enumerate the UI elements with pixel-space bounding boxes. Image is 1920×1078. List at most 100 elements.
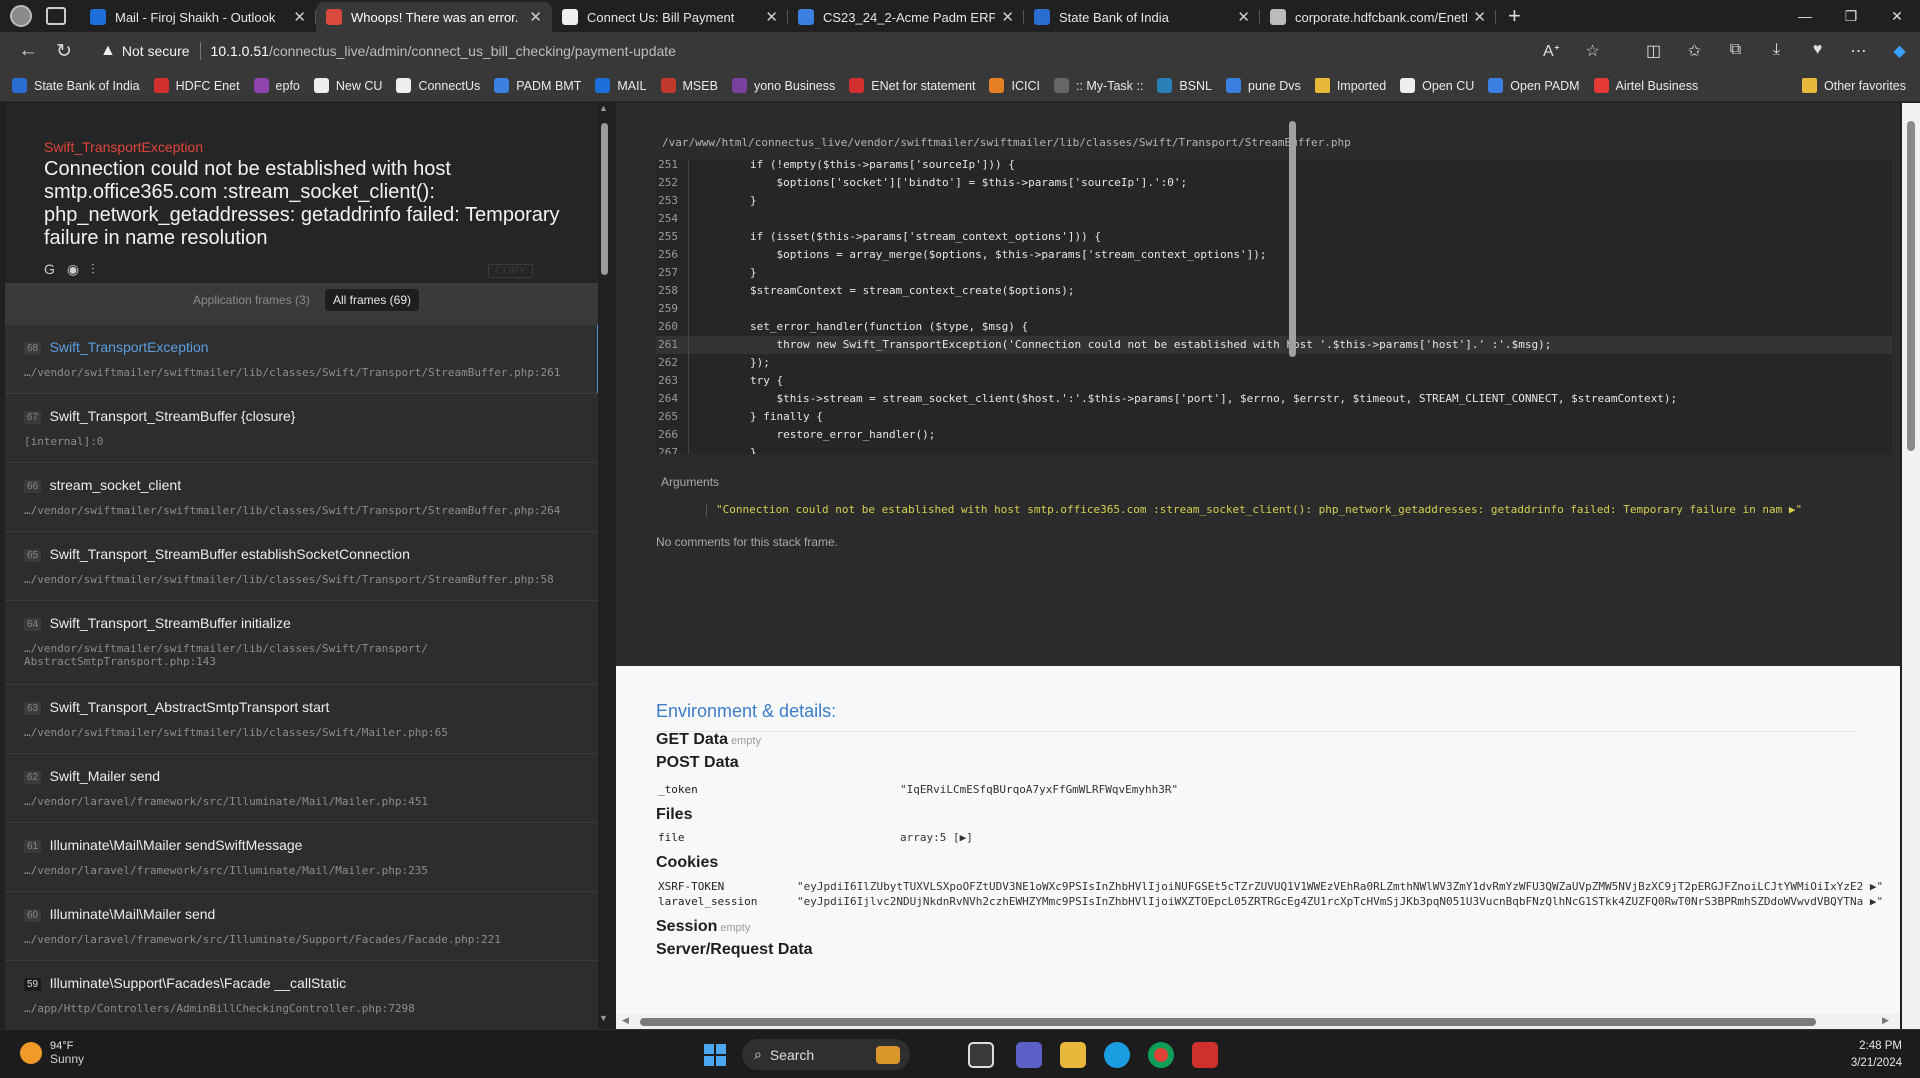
code-line: 257 } bbox=[656, 264, 1892, 282]
scroll-left-arrow[interactable]: ◀ bbox=[622, 1015, 629, 1026]
address-bar[interactable]: 10.1.0.51/connectus_live/admin/connect_u… bbox=[211, 43, 676, 59]
read-aloud-icon[interactable]: Aᐩ bbox=[1531, 41, 1572, 61]
performance-icon[interactable]: ♥ bbox=[1797, 41, 1838, 61]
minimize-button[interactable]: — bbox=[1782, 8, 1828, 25]
stack-frame[interactable]: 68 Swift_TransportException …/vendor/swi… bbox=[5, 325, 602, 394]
close-tab-icon[interactable]: ✕ bbox=[1473, 8, 1486, 26]
file-explorer-icon[interactable] bbox=[1060, 1042, 1086, 1068]
bookmark-item[interactable]: Open PADM bbox=[1488, 78, 1580, 93]
close-tab-icon[interactable]: ✕ bbox=[1001, 8, 1014, 26]
tab-all-frames[interactable]: All frames (69) bbox=[325, 289, 420, 311]
close-tab-icon[interactable]: ✕ bbox=[529, 8, 542, 26]
code-line: 259 bbox=[656, 300, 1892, 318]
refresh-button[interactable]: ↻ bbox=[46, 40, 82, 63]
bookmark-item[interactable]: MAIL bbox=[595, 78, 647, 93]
bookmark-favicon-icon bbox=[396, 78, 412, 93]
close-tab-icon[interactable]: ✕ bbox=[1237, 8, 1250, 26]
bookmark-item[interactable]: Imported bbox=[1314, 78, 1386, 93]
stack-frame[interactable]: 63 Swift_Transport_AbstractSmtpTransport… bbox=[5, 685, 602, 754]
frame-file: …/vendor/laravel/framework/src/Illuminat… bbox=[24, 795, 428, 808]
argument-value[interactable]: "Connection could not be established wit… bbox=[705, 503, 1802, 517]
browser-tab[interactable]: CS23_24_2-Acme Padm ERP Platf ✕ bbox=[788, 2, 1024, 32]
bookmark-item[interactable]: State Bank of India bbox=[12, 78, 140, 93]
wps-office-icon[interactable] bbox=[1192, 1042, 1218, 1068]
token-key: _token bbox=[658, 783, 698, 796]
scroll-right-arrow[interactable]: ▶ bbox=[1882, 1015, 1889, 1026]
stack-frame[interactable]: 59 Illuminate\Support\Facades\Facade __c… bbox=[5, 961, 602, 1029]
downloads-icon[interactable]: ⤓ bbox=[1756, 41, 1797, 61]
bookmark-item[interactable]: New CU bbox=[313, 78, 382, 93]
bookmark-item[interactable]: Airtel Business bbox=[1593, 78, 1698, 93]
back-button[interactable]: ← bbox=[10, 40, 46, 62]
browser-tab[interactable]: corporate.hdfcbank.com/EnetM ✕ bbox=[1260, 2, 1496, 32]
browser-tab[interactable]: Mail - Firoj Shaikh - Outlook ✕ bbox=[80, 2, 316, 32]
bookmark-item[interactable]: ICICI bbox=[989, 78, 1040, 93]
browser-tab[interactable]: State Bank of India ✕ bbox=[1024, 2, 1260, 32]
bookmark-item[interactable]: MSEB bbox=[660, 78, 718, 93]
stack-frame[interactable]: 61 Illuminate\Mail\Mailer sendSwiftMessa… bbox=[5, 823, 602, 892]
other-favorites-folder[interactable]: Other favorites bbox=[1802, 78, 1906, 93]
code-line: 267 } bbox=[656, 444, 1892, 454]
stack-frame[interactable]: 65 Swift_Transport_StreamBuffer establis… bbox=[5, 532, 602, 601]
copy-button[interactable]: COPY bbox=[488, 264, 534, 278]
frames-scrollbar[interactable]: ▲ ▼ bbox=[598, 103, 610, 1029]
duckduckgo-search-icon[interactable]: ◉ bbox=[67, 261, 79, 278]
line-number: 254 bbox=[658, 212, 678, 225]
browser-tab[interactable]: Whoops! There was an error. ✕ bbox=[316, 2, 552, 32]
close-tab-icon[interactable]: ✕ bbox=[293, 8, 306, 26]
bookmark-favicon-icon bbox=[849, 78, 865, 93]
favorites-icon[interactable]: ✩ bbox=[1674, 41, 1715, 61]
scroll-down-arrow[interactable]: ▼ bbox=[599, 1013, 608, 1023]
tab-favicon-icon bbox=[798, 9, 814, 25]
start-button[interactable] bbox=[704, 1044, 726, 1066]
google-search-icon[interactable]: G bbox=[44, 261, 55, 278]
bookmark-item[interactable]: pune Dvs bbox=[1226, 78, 1301, 93]
code-line: 256 $options = array_merge($options, $th… bbox=[656, 246, 1892, 264]
tab-actions-icon[interactable] bbox=[46, 7, 66, 25]
bookmark-item[interactable]: ENet for statement bbox=[849, 78, 975, 93]
code-scrollbar[interactable] bbox=[1286, 103, 1298, 1029]
taskbar-search[interactable]: ⌕ Search bbox=[742, 1039, 910, 1070]
close-window-button[interactable]: ✕ bbox=[1874, 8, 1920, 25]
file-value[interactable]: array:5 [▶] bbox=[900, 831, 973, 844]
bookmark-item[interactable]: :: My-Task :: bbox=[1053, 78, 1143, 93]
tab-favicon-icon bbox=[326, 9, 342, 25]
bookmark-item[interactable]: ConnectUs bbox=[396, 78, 480, 93]
browser-tab[interactable]: Connect Us: Bill Payment ✕ bbox=[552, 2, 788, 32]
teams-icon[interactable] bbox=[1016, 1042, 1042, 1068]
stack-frame[interactable]: 67 Swift_Transport_StreamBuffer {closure… bbox=[5, 394, 602, 463]
stack-frame[interactable]: 60 Illuminate\Mail\Mailer send …/vendor/… bbox=[5, 892, 602, 961]
bookmark-item[interactable]: BSNL bbox=[1157, 78, 1212, 93]
chrome-icon[interactable] bbox=[1148, 1042, 1174, 1068]
profile-avatar[interactable] bbox=[10, 5, 32, 27]
stack-frame[interactable]: 62 Swift_Mailer send …/vendor/laravel/fr… bbox=[5, 754, 602, 823]
stack-frame[interactable]: 64 Swift_Transport_StreamBuffer initiali… bbox=[5, 601, 602, 685]
restore-button[interactable]: ❐ bbox=[1828, 8, 1874, 25]
task-view-icon[interactable] bbox=[968, 1042, 994, 1068]
copilot-icon[interactable]: ◆ bbox=[1879, 41, 1920, 61]
favorite-star-icon[interactable]: ☆ bbox=[1572, 41, 1613, 61]
bookmark-item[interactable]: HDFC Enet bbox=[153, 78, 240, 93]
edge-icon[interactable] bbox=[1104, 1042, 1130, 1068]
laravel-session-value[interactable]: "eyJpdiI6Ijlvc2NDUjNkdnRvNVh2czhEWHZYMmc… bbox=[797, 895, 1883, 908]
stack-frame[interactable]: 66 stream_socket_client …/vendor/swiftma… bbox=[5, 463, 602, 532]
system-clock[interactable]: 2:48 PM 3/21/2024 bbox=[1851, 1038, 1902, 1072]
tab-application-frames[interactable]: Application frames (3) bbox=[193, 293, 310, 307]
scroll-up-arrow[interactable]: ▲ bbox=[599, 103, 608, 113]
bookmark-item[interactable]: yono Business bbox=[731, 78, 835, 93]
bookmark-item[interactable]: Open CU bbox=[1400, 78, 1474, 93]
site-info-button[interactable]: ▲ Not secure bbox=[100, 42, 190, 60]
close-tab-icon[interactable]: ✕ bbox=[765, 8, 778, 26]
weather-widget[interactable]: 94°F Sunny bbox=[20, 1040, 84, 1066]
xsrf-value[interactable]: "eyJpdiI6IlZUbytTUXVLSXpoOFZtUDV3NE1oWXc… bbox=[797, 880, 1883, 893]
page-scrollbar[interactable] bbox=[1902, 103, 1920, 1029]
more-menu-icon[interactable]: ⋯ bbox=[1838, 41, 1879, 61]
split-screen-icon[interactable]: ◫ bbox=[1633, 41, 1674, 61]
new-tab-button[interactable]: + bbox=[1508, 3, 1521, 29]
horizontal-scrollbar[interactable]: ◀ ▶ bbox=[616, 1014, 1900, 1029]
stackoverflow-search-icon[interactable]: ⫶ bbox=[91, 261, 95, 278]
frame-function: Swift_Transport_StreamBuffer {closure} bbox=[49, 408, 296, 424]
bookmark-item[interactable]: PADM BMT bbox=[494, 78, 581, 93]
bookmark-item[interactable]: epfo bbox=[253, 78, 300, 93]
collections-icon[interactable]: ⧉ bbox=[1715, 41, 1756, 61]
